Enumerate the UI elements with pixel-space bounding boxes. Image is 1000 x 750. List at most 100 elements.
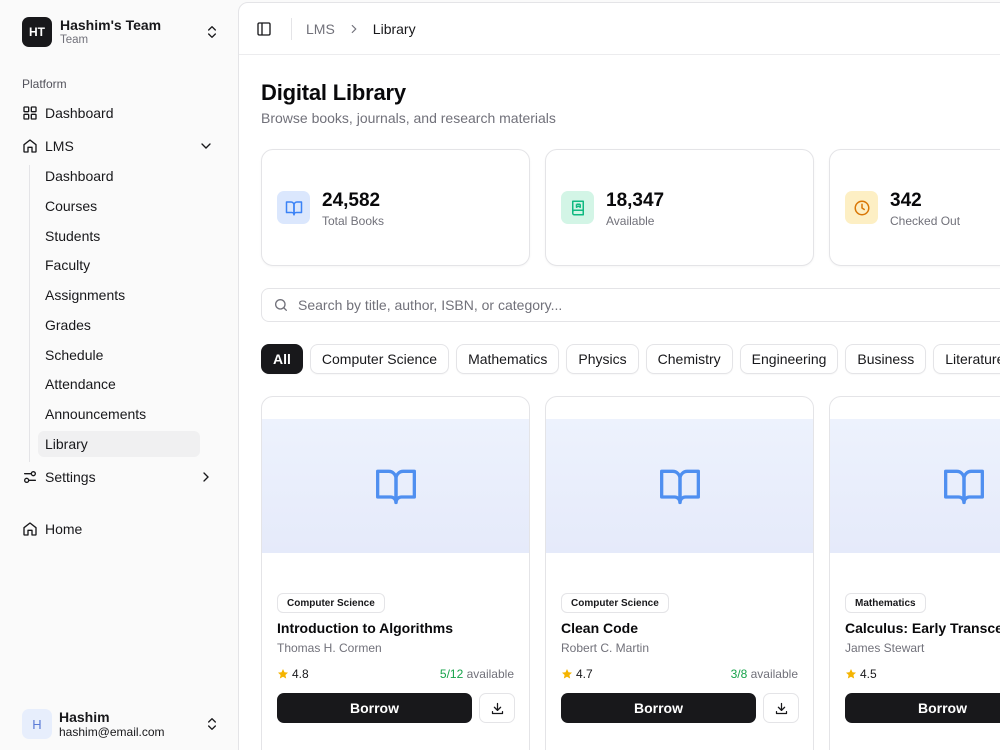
team-text: Hashim's Team Team bbox=[60, 17, 161, 48]
avatar: H bbox=[22, 709, 52, 739]
book-card[interactable]: Mathematics Calculus: Early Transcen Jam… bbox=[829, 396, 1000, 750]
borrow-button[interactable]: Borrow bbox=[561, 693, 756, 723]
sidebar-item-lms[interactable]: LMS bbox=[14, 132, 226, 160]
sidebar-item-dashboard[interactable]: Dashboard bbox=[14, 99, 226, 127]
house-icon bbox=[23, 139, 37, 153]
availability-count: 3/8 bbox=[730, 667, 748, 681]
book-rating: 4.7 bbox=[561, 667, 593, 681]
book-card[interactable]: Computer Science Introduction to Algorit… bbox=[261, 396, 530, 750]
stat-label: Checked Out bbox=[890, 214, 961, 228]
stat-value: 24,582 bbox=[322, 190, 381, 211]
star-icon bbox=[278, 669, 288, 679]
stat-value: 18,347 bbox=[606, 190, 665, 211]
user-text: Hashim hashim@email.com bbox=[59, 709, 165, 740]
stat-label: Total Books bbox=[322, 214, 385, 228]
chip-literature[interactable]: Literature bbox=[933, 344, 1000, 374]
submenu-item-dashboard[interactable]: Dashboard bbox=[38, 163, 200, 189]
book-open-icon bbox=[943, 469, 984, 505]
category-filter: All Computer Science Mathematics Physics… bbox=[261, 344, 1000, 374]
page-title: Digital Library bbox=[261, 80, 406, 105]
book-author: James Stewart bbox=[845, 641, 925, 655]
sidebar-item-settings[interactable]: Settings bbox=[14, 463, 226, 491]
house-icon bbox=[23, 522, 37, 536]
download-button[interactable] bbox=[763, 693, 799, 723]
availability-count: 5/12 bbox=[439, 667, 464, 681]
user-email: hashim@email.com bbox=[59, 724, 165, 739]
stat-icon-wrap bbox=[845, 191, 878, 224]
sidebar: HT Hashim's Team Team Platform Dashboard… bbox=[0, 0, 238, 750]
sidebar-item-home[interactable]: Home bbox=[14, 515, 226, 543]
search-box[interactable] bbox=[261, 288, 1000, 322]
book-open-icon bbox=[285, 200, 302, 215]
top-bar: LMS Library bbox=[239, 3, 1000, 55]
submenu-item-attendance[interactable]: Attendance bbox=[38, 371, 200, 397]
category-badge: Computer Science bbox=[561, 593, 669, 613]
clock-icon bbox=[854, 200, 869, 215]
user-name: Hashim bbox=[59, 708, 110, 725]
category-badge: Computer Science bbox=[277, 593, 385, 613]
chip-engineering[interactable]: Engineering bbox=[739, 344, 839, 374]
team-plan: Team bbox=[60, 33, 89, 46]
team-name: Hashim's Team bbox=[60, 16, 162, 33]
rating-value: 4.8 bbox=[292, 667, 309, 681]
breadcrumb: LMS Library bbox=[306, 21, 416, 37]
submenu-item-grades[interactable]: Grades bbox=[38, 312, 200, 338]
chevron-right-icon bbox=[203, 472, 209, 482]
book-title: Introduction to Algorithms bbox=[277, 620, 454, 636]
stat-value: 342 bbox=[890, 190, 922, 211]
search-input[interactable] bbox=[298, 297, 978, 313]
submenu-item-courses[interactable]: Courses bbox=[38, 193, 200, 219]
download-icon bbox=[491, 702, 503, 714]
stat-card-available: 18,347 Available bbox=[545, 149, 814, 266]
submenu-item-faculty[interactable]: Faculty bbox=[38, 252, 200, 278]
breadcrumb-parent[interactable]: LMS bbox=[306, 21, 335, 37]
download-icon bbox=[775, 702, 787, 714]
availability: 5/12 available bbox=[440, 667, 514, 681]
book-author: Robert C. Martin bbox=[561, 641, 650, 655]
submenu-line bbox=[29, 165, 30, 462]
chip-mathematics[interactable]: Mathematics bbox=[456, 344, 560, 374]
sidebar-toggle-icon[interactable] bbox=[256, 21, 272, 37]
chevrons-up-down-icon bbox=[208, 718, 216, 730]
book-title: Calculus: Early Transcen bbox=[845, 620, 1000, 636]
category-badge: Mathematics bbox=[845, 593, 926, 613]
stat-card-total: 24,582 Total Books bbox=[261, 149, 530, 266]
chip-computer-science[interactable]: Computer Science bbox=[309, 344, 450, 374]
sidebar-item-label: Home bbox=[45, 521, 83, 537]
star-icon bbox=[562, 669, 572, 679]
chip-chemistry[interactable]: Chemistry bbox=[645, 344, 733, 374]
chip-physics[interactable]: Physics bbox=[566, 344, 639, 374]
book-title: Clean Code bbox=[561, 620, 639, 636]
submenu-item-announcements[interactable]: Announcements bbox=[38, 401, 200, 427]
rating-value: 4.7 bbox=[576, 667, 593, 681]
submenu-item-schedule[interactable]: Schedule bbox=[38, 342, 200, 368]
availability-suffix: available bbox=[750, 667, 798, 681]
chip-business[interactable]: Business bbox=[845, 344, 927, 374]
download-button[interactable] bbox=[479, 693, 515, 723]
submenu-item-students[interactable]: Students bbox=[38, 223, 200, 249]
book-cover bbox=[830, 419, 1000, 553]
book-rating: 4.8 bbox=[277, 667, 309, 681]
chevrons-up-down-icon bbox=[208, 26, 216, 38]
borrow-button[interactable]: Borrow bbox=[845, 693, 1000, 723]
book-open-icon bbox=[375, 469, 416, 505]
book-icon bbox=[571, 200, 584, 215]
book-cover bbox=[262, 419, 529, 553]
book-open-icon bbox=[659, 469, 700, 505]
book-card[interactable]: Computer Science Clean Code Robert C. Ma… bbox=[545, 396, 814, 750]
submenu-item-library[interactable]: Library bbox=[38, 431, 200, 457]
submenu-item-assignments[interactable]: Assignments bbox=[38, 282, 200, 308]
stat-icon-wrap bbox=[277, 191, 310, 224]
stat-card-checked-out: 342 Checked Out bbox=[829, 149, 1000, 266]
user-menu[interactable]: H Hashim hashim@email.com bbox=[14, 703, 226, 745]
borrow-button[interactable]: Borrow bbox=[277, 693, 472, 723]
settings-sliders-icon bbox=[23, 471, 36, 483]
availability: 3/8 available bbox=[731, 667, 798, 681]
sidebar-item-label: Dashboard bbox=[45, 105, 114, 121]
chip-all[interactable]: All bbox=[261, 344, 303, 374]
rating-value: 4.5 bbox=[860, 667, 877, 681]
star-icon bbox=[846, 669, 856, 679]
team-switcher[interactable]: HT Hashim's Team Team bbox=[12, 12, 226, 52]
book-cover bbox=[546, 419, 813, 553]
main-content: LMS Library Digital Library Browse books… bbox=[238, 2, 1000, 750]
